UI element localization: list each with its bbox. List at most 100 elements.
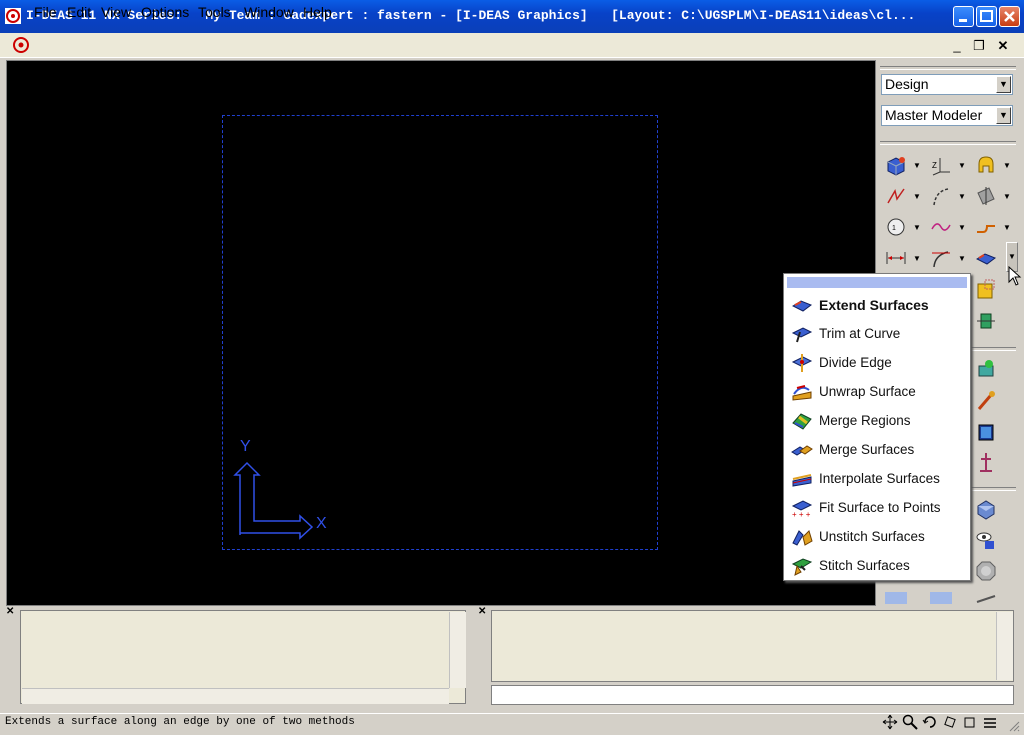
vertical-scrollbar[interactable] xyxy=(996,612,1013,680)
octagon-icon[interactable] xyxy=(975,560,997,582)
rotate-icon[interactable] xyxy=(922,714,938,730)
application-select-value: Master Modeler xyxy=(885,107,983,123)
chevron-down-icon[interactable]: ▼ xyxy=(996,107,1011,124)
mouse-cursor-icon xyxy=(1008,266,1022,286)
zoom-icon[interactable] xyxy=(902,714,918,730)
eye-icon[interactable] xyxy=(975,529,997,551)
surface-icon[interactable] xyxy=(975,247,997,269)
chevron-down-icon[interactable]: ▼ xyxy=(958,192,966,201)
menu-item-interpolate-surfaces[interactable]: Interpolate Surfaces xyxy=(786,464,968,493)
task-select[interactable]: Design ▼ xyxy=(881,74,1013,95)
axis-view-icon[interactable] xyxy=(885,590,907,604)
maximize-button[interactable] xyxy=(976,6,997,27)
menu-item-extend-surfaces[interactable]: Extend Surfaces xyxy=(786,290,968,319)
menu-item-trim-at-curve[interactable]: Trim at Curve xyxy=(786,319,968,348)
resize-grip-icon[interactable] xyxy=(1008,720,1020,732)
plane-icon[interactable] xyxy=(975,185,997,207)
menu-item-divide-edge[interactable]: Divide Edge xyxy=(786,348,968,377)
chevron-down-icon[interactable]: ▼ xyxy=(913,223,921,232)
chevron-down-icon[interactable]: ▼ xyxy=(913,254,921,263)
menu-item-label: Unwrap Surface xyxy=(819,384,916,399)
minimize-icon xyxy=(959,19,967,22)
horizontal-scrollbar[interactable] xyxy=(22,688,449,704)
circle-icon[interactable]: 1 xyxy=(885,216,907,238)
menu-item-fit-surface-to-points[interactable]: + + + Fit Surface to Points xyxy=(786,493,968,522)
panel-divider xyxy=(880,66,1016,70)
menu-item-unwrap-surface[interactable]: Unwrap Surface xyxy=(786,377,968,406)
dimension-icon[interactable] xyxy=(885,247,907,269)
tangent-icon[interactable] xyxy=(930,247,952,269)
interpolate-surfaces-icon xyxy=(792,474,812,487)
render-icon[interactable] xyxy=(975,498,997,520)
mdi-close-button[interactable]: ✕ xyxy=(994,38,1012,54)
ruler-icon[interactable] xyxy=(975,590,997,604)
menu-edit[interactable]: Edit xyxy=(67,4,91,20)
polyline-icon[interactable] xyxy=(885,185,907,207)
coordinate-icon[interactable]: Z xyxy=(930,154,952,176)
menu-item-stitch-surfaces[interactable]: Stitch Surfaces xyxy=(786,551,968,580)
close-icon xyxy=(1004,11,1015,22)
menu-help[interactable]: Help xyxy=(303,4,332,20)
extend-surfaces-icon xyxy=(791,300,813,312)
unwrap-surface-icon xyxy=(792,385,812,401)
spin-icon[interactable] xyxy=(942,714,958,730)
menu-item-label: Merge Surfaces xyxy=(819,442,915,457)
minimize-button[interactable] xyxy=(953,6,974,27)
document-icon[interactable] xyxy=(12,36,30,54)
block-icon[interactable] xyxy=(885,154,907,176)
paint-icon[interactable] xyxy=(975,310,997,332)
shade-icon[interactable] xyxy=(975,278,997,300)
close-button[interactable] xyxy=(999,6,1020,27)
menu-item-merge-surfaces[interactable]: Merge Surfaces xyxy=(786,435,968,464)
mdi-minimize-button[interactable]: _ xyxy=(948,38,966,54)
command-input[interactable] xyxy=(491,685,1014,705)
cylinder-icon[interactable] xyxy=(975,358,997,380)
application-select[interactable]: Master Modeler ▼ xyxy=(881,105,1013,126)
menu-tools[interactable]: Tools xyxy=(198,4,231,20)
chevron-down-icon[interactable]: ▼ xyxy=(913,192,921,201)
chevron-down-icon[interactable]: ▼ xyxy=(958,254,966,263)
curve-icon[interactable] xyxy=(930,185,952,207)
menu-file[interactable]: File xyxy=(34,4,57,20)
chevron-down-icon[interactable]: ▼ xyxy=(958,161,966,170)
axis-y-label: Y xyxy=(240,438,251,455)
fillet-icon[interactable] xyxy=(975,216,997,238)
menu-tear-off-bar[interactable] xyxy=(787,277,967,288)
figure-icon[interactable] xyxy=(975,389,997,411)
close-icon[interactable]: ✕ xyxy=(478,606,490,618)
chevron-down-icon[interactable]: ▼ xyxy=(1003,161,1011,170)
pan-icon[interactable] xyxy=(882,714,898,730)
menu-item-label: Interpolate Surfaces xyxy=(819,471,940,486)
spline-icon[interactable] xyxy=(930,216,952,238)
panel-divider xyxy=(880,141,1016,145)
chevron-down-icon[interactable]: ▼ xyxy=(996,76,1011,93)
chevron-down-icon[interactable]: ▼ xyxy=(1003,192,1011,201)
menu-item-label: Extend Surfaces xyxy=(819,297,929,313)
app-logo-icon xyxy=(5,8,21,24)
svg-text:1: 1 xyxy=(892,225,896,232)
close-icon[interactable]: ✕ xyxy=(6,606,18,618)
output-region xyxy=(491,610,1014,682)
status-message: Extends a surface along an edge by one o… xyxy=(5,716,355,728)
solid-icon[interactable] xyxy=(975,420,997,442)
menu-view[interactable]: View xyxy=(101,4,131,20)
vertical-scrollbar[interactable] xyxy=(449,612,466,688)
menu-item-merge-regions[interactable]: Merge Regions xyxy=(786,406,968,435)
task-select-value: Design xyxy=(885,76,929,92)
menu-window[interactable]: Window xyxy=(244,4,294,20)
chevron-down-icon[interactable]: ▼ xyxy=(958,223,966,232)
window-zoom-icon[interactable] xyxy=(962,714,978,730)
menu-item-unstitch-surfaces[interactable]: Unstitch Surfaces xyxy=(786,522,968,551)
menu-item-label: Unstitch Surfaces xyxy=(819,529,925,544)
mdi-restore-button[interactable]: ❐ xyxy=(970,38,988,54)
axis-view-icon[interactable] xyxy=(930,590,952,604)
menu-lines-icon[interactable] xyxy=(982,714,998,730)
view-icon[interactable] xyxy=(975,451,997,473)
chevron-down-icon[interactable]: ▼ xyxy=(913,161,921,170)
menu-item-label: Trim at Curve xyxy=(819,326,901,341)
merge-regions-icon xyxy=(792,413,812,430)
menu-item-label: Merge Regions xyxy=(819,413,911,428)
chevron-down-icon[interactable]: ▼ xyxy=(1003,223,1011,232)
profile-icon[interactable] xyxy=(975,154,997,176)
menu-options[interactable]: Options xyxy=(141,4,189,20)
